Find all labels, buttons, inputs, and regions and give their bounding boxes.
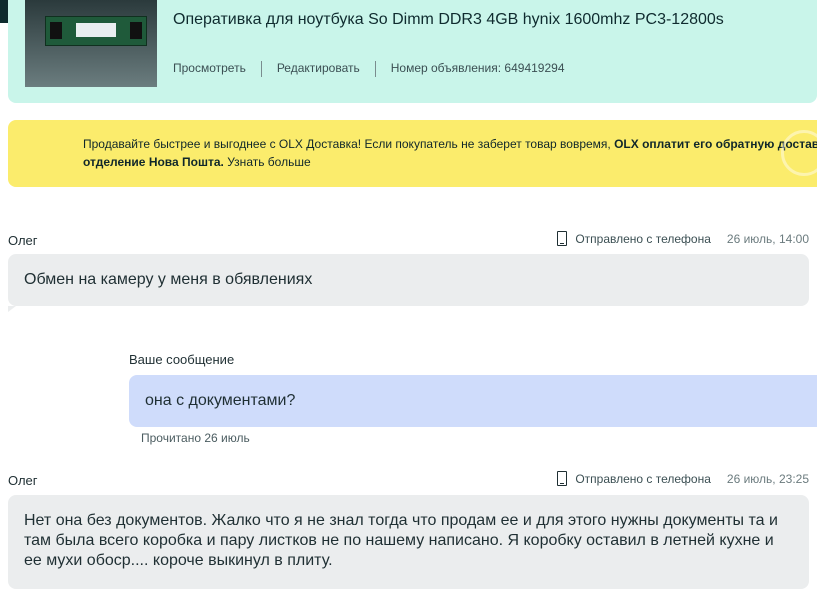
outgoing-message-bubble: она с документами? (129, 375, 817, 427)
ad-title[interactable]: Оперативка для ноутбука So Dimm DDR3 4GB… (173, 11, 724, 29)
phone-icon (557, 471, 568, 486)
view-ad-link[interactable]: Просмотреть (173, 61, 246, 75)
ad-card: Оперативка для ноутбука So Dimm DDR3 4GB… (8, 0, 817, 103)
delivery-promo-banner: Продавайте быстрее и выгоднее с OLX Дост… (8, 120, 817, 187)
promo-text-bold-2: отделение Нова Пошта. (83, 155, 224, 169)
message-sender: Олег (8, 233, 38, 248)
ad-number: Номер объявления: 649419294 (390, 61, 565, 76)
promo-text: Продавайте быстрее и выгоднее с OLX Дост… (83, 135, 817, 171)
sent-from-phone: Отправлено с телефона (575, 472, 711, 486)
message-sender: Олег (8, 473, 38, 488)
divider (374, 61, 376, 77)
divider (260, 61, 262, 77)
ad-thumbnail[interactable] (25, 0, 157, 87)
your-message-label: Ваше сообщение (129, 352, 235, 367)
message-text: она с документами? (145, 392, 296, 409)
message-time: 26 июль, 14:00 (726, 232, 809, 246)
message-text: Обмен на камеру у меня в обявлениях (24, 271, 313, 288)
ram-module-image (45, 16, 147, 46)
incoming-message-bubble: Обмен на камеру у меня в обявлениях (8, 254, 809, 312)
bubble-tail (8, 306, 16, 312)
ad-actions: Просмотреть Редактировать Номер объявления… (173, 61, 565, 77)
incoming-message-bubble: Нет она без документов. Жалко что я не з… (8, 495, 809, 589)
phone-icon (557, 231, 568, 246)
edit-ad-link[interactable]: Редактировать (277, 61, 360, 75)
message-text: Нет она без документов. Жалко что я не з… (24, 512, 778, 569)
sent-from-phone: Отправлено с телефона (575, 232, 711, 246)
message-meta: Отправлено с телефона 26 июль, 14:00 (557, 231, 809, 246)
read-status: Прочитано 26 июль (141, 431, 250, 445)
message-time: 26 июль, 23:25 (726, 472, 809, 486)
promo-text-normal: Продавайте быстрее и выгоднее с OLX Дост… (83, 137, 615, 151)
learn-more-link[interactable]: Узнать больше (227, 155, 310, 169)
message-meta: Отправлено с телефона 26 июль, 23:25 (557, 471, 809, 486)
